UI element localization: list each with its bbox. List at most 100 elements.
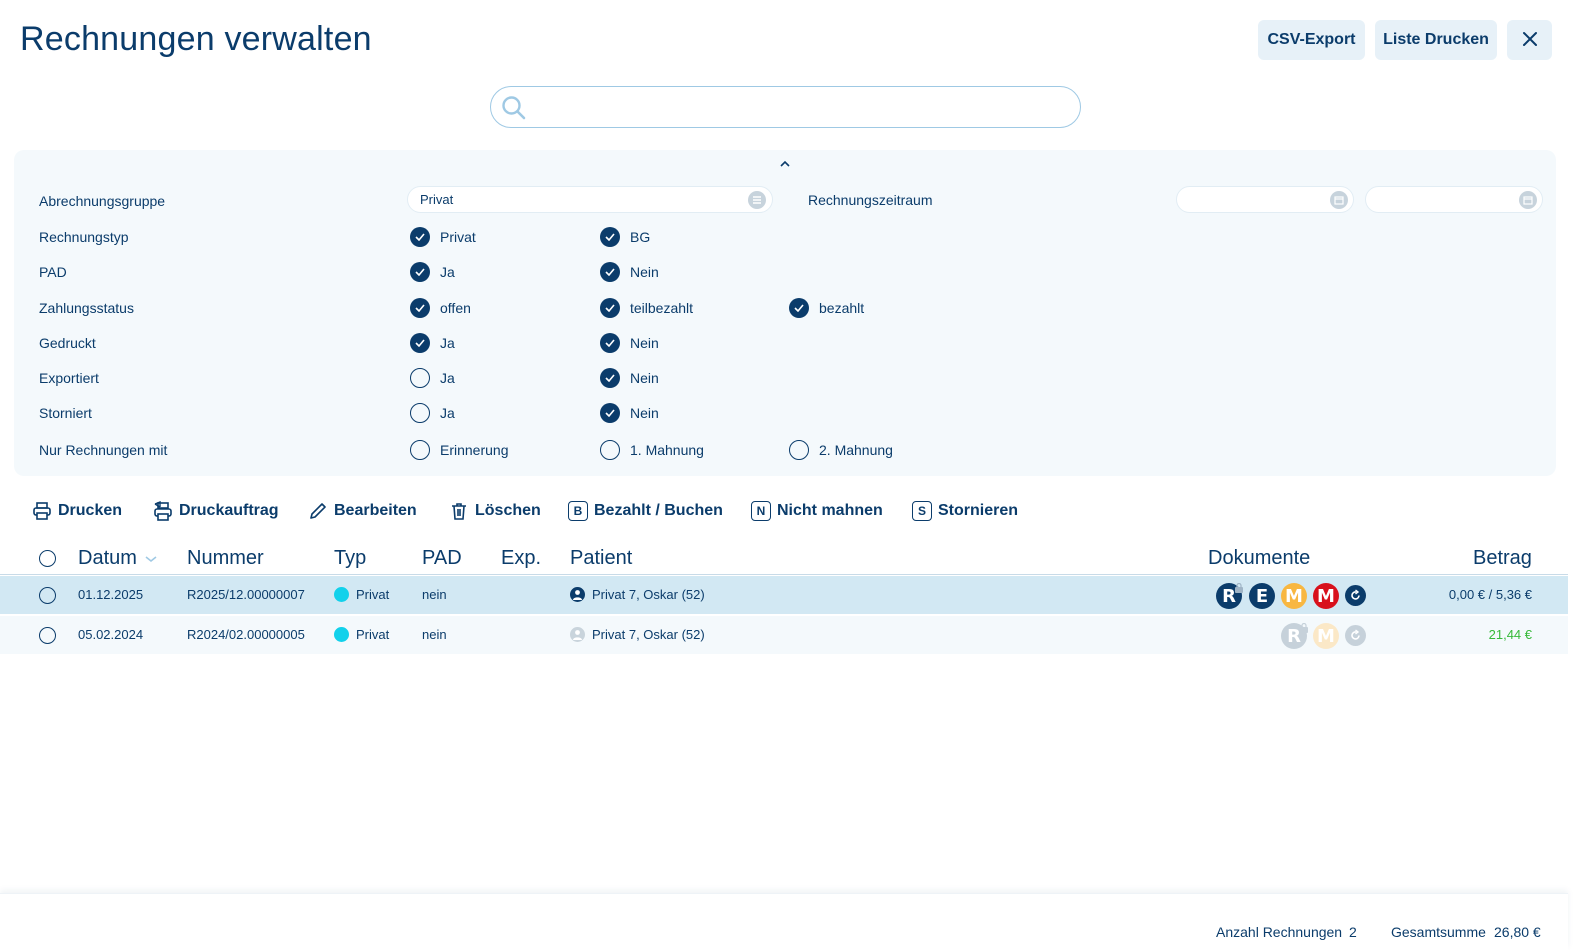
option-label: Ja	[440, 264, 455, 280]
check-icon	[789, 298, 809, 318]
cancelled-ja-checkbox[interactable]: Ja	[410, 403, 455, 423]
print-list-button[interactable]: Liste Drucken	[1375, 20, 1497, 60]
cancel-invoice-button[interactable]: S Stornieren	[912, 499, 1018, 523]
printed-ja-checkbox[interactable]: Ja	[410, 333, 455, 353]
s-letter-icon: S	[912, 501, 932, 521]
delete-label: Löschen	[475, 502, 541, 519]
column-exp-header[interactable]: Exp.	[501, 547, 541, 570]
row-number: R2024/02.00000005	[187, 627, 305, 642]
calendar-icon	[1330, 191, 1348, 209]
payment-bezahlt-checkbox[interactable]: bezahlt	[789, 298, 864, 318]
column-type-header[interactable]: Typ	[334, 547, 366, 570]
printed-label: Gedruckt	[39, 335, 96, 351]
option-label: Nein	[630, 335, 659, 351]
dunning1-doc-icon[interactable]: M	[1281, 583, 1307, 609]
print-job-button[interactable]: Druckauftrag	[152, 499, 279, 523]
invoice-type-privat-checkbox[interactable]: Privat	[410, 227, 476, 247]
column-documents-header: Dokumente	[1208, 547, 1311, 569]
csv-export-button[interactable]: CSV-Export	[1258, 20, 1365, 60]
only-with-reminder-checkbox[interactable]: Erinnerung	[410, 440, 509, 460]
print-job-icon	[152, 500, 173, 522]
option-label: Privat	[440, 229, 476, 245]
option-label: Nein	[630, 405, 659, 421]
option-label: bezahlt	[819, 300, 865, 316]
row-pad: nein	[422, 587, 447, 602]
table-row[interactable]: 01.12.2025 R2025/12.00000007 Privat nein…	[0, 576, 1568, 614]
close-button[interactable]	[1507, 20, 1552, 60]
column-date-header[interactable]: Datum	[78, 547, 157, 570]
paid-book-label: Bezahlt / Buchen	[594, 502, 723, 519]
dunning2-doc-icon[interactable]: M	[1313, 583, 1339, 609]
pad-label: PAD	[39, 264, 67, 280]
invoice-type-bg-checkbox[interactable]: BG	[600, 227, 650, 247]
dunning1-doc-icon[interactable]: M	[1313, 623, 1339, 649]
option-label: Ja	[440, 370, 455, 386]
period-to-field[interactable]	[1365, 186, 1543, 213]
column-date-label: Datum	[78, 547, 137, 569]
row-patient[interactable]: Privat 7, Oskar (52)	[592, 587, 705, 602]
row-date: 01.12.2025	[78, 587, 144, 602]
refresh-icon[interactable]	[1345, 585, 1366, 606]
select-all-radio[interactable]	[39, 550, 56, 567]
header-divider	[0, 574, 1568, 575]
only-with-dunning1-checkbox[interactable]: 1. Mahnung	[600, 440, 704, 460]
total-sum-label: Gesamtsumme	[1391, 924, 1486, 940]
cancelled-nein-checkbox[interactable]: Nein	[600, 403, 659, 423]
row-patient[interactable]: Privat 7, Oskar (52)	[592, 627, 705, 642]
pad-ja-checkbox[interactable]: Ja	[410, 262, 455, 282]
refresh-icon[interactable]	[1345, 625, 1366, 646]
period-from-field[interactable]	[1176, 186, 1354, 213]
footer-bar	[0, 893, 1568, 950]
pad-nein-checkbox[interactable]: Nein	[600, 262, 659, 282]
calendar-icon	[1519, 191, 1537, 209]
print-button[interactable]: Drucken	[32, 499, 122, 523]
paid-book-button[interactable]: B Bezahlt / Buchen	[568, 499, 723, 523]
check-icon	[600, 298, 620, 318]
printed-nein-checkbox[interactable]: Nein	[600, 333, 659, 353]
chevron-up-icon[interactable]	[779, 155, 791, 171]
payment-offen-checkbox[interactable]: offen	[410, 298, 471, 318]
exported-nein-checkbox[interactable]: Nein	[600, 368, 659, 388]
row-select-radio[interactable]	[39, 587, 56, 604]
column-amount-header[interactable]: Betrag	[1473, 547, 1532, 570]
row-type: Privat	[356, 627, 390, 642]
n-letter-icon: N	[751, 501, 771, 521]
billing-group-select[interactable]: Privat	[407, 186, 773, 213]
edit-button[interactable]: Bearbeiten	[308, 499, 417, 523]
lock-icon	[1299, 620, 1309, 638]
column-pad-header[interactable]: PAD	[422, 547, 462, 570]
delete-button[interactable]: Löschen	[449, 499, 541, 523]
check-icon	[410, 333, 430, 353]
page-title: Rechnungen verwalten	[20, 20, 372, 58]
print-label: Drucken	[58, 502, 123, 519]
type-dot-icon	[334, 587, 349, 602]
only-with-dunning2-checkbox[interactable]: 2. Mahnung	[789, 440, 893, 460]
check-icon	[600, 262, 620, 282]
unchecked-circle-icon	[410, 440, 430, 460]
option-label: Ja	[440, 405, 455, 421]
exported-ja-checkbox[interactable]: Ja	[410, 368, 455, 388]
patient-icon	[570, 627, 585, 642]
only-with-label: Nur Rechnungen mit	[39, 442, 168, 458]
option-label: offen	[440, 300, 471, 316]
option-label: Ja	[440, 335, 455, 351]
total-sum-value: 26,80 €	[1494, 924, 1541, 940]
option-label: 1. Mahnung	[630, 442, 704, 458]
payment-status-label: Zahlungsstatus	[39, 300, 134, 316]
invoice-count-value: 2	[1349, 924, 1357, 940]
unchecked-circle-icon	[789, 440, 809, 460]
b-letter-icon: B	[568, 501, 588, 521]
row-number: R2025/12.00000007	[187, 587, 305, 602]
row-select-radio[interactable]	[39, 627, 56, 644]
billing-group-value: Privat	[420, 192, 454, 207]
no-dunning-button[interactable]: N Nicht mahnen	[751, 499, 883, 523]
cancel-invoice-label: Stornieren	[938, 502, 1019, 519]
column-patient-header[interactable]: Patient	[570, 547, 632, 570]
table-row[interactable]: 05.02.2024 R2024/02.00000005 Privat nein…	[0, 616, 1568, 654]
search-box[interactable]	[490, 86, 1081, 128]
search-input[interactable]	[535, 93, 1065, 121]
column-number-header[interactable]: Nummer	[187, 547, 264, 570]
payment-teilbezahlt-checkbox[interactable]: teilbezahlt	[600, 298, 693, 318]
reminder-doc-icon[interactable]: E	[1249, 583, 1275, 609]
check-icon	[410, 298, 430, 318]
